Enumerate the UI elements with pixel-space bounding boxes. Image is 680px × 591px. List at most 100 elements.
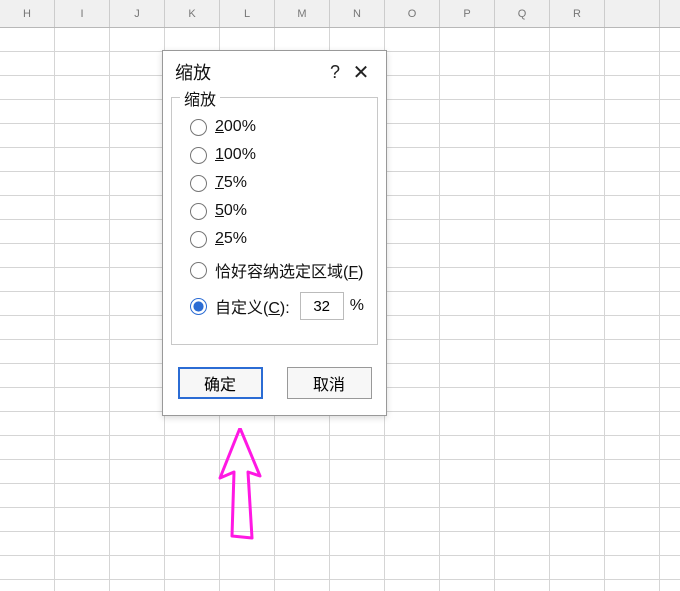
cell[interactable] bbox=[385, 508, 440, 532]
cell[interactable] bbox=[385, 244, 440, 268]
cell[interactable] bbox=[385, 172, 440, 196]
cell[interactable] bbox=[550, 172, 605, 196]
cell[interactable] bbox=[110, 412, 165, 436]
cell[interactable] bbox=[55, 100, 110, 124]
column-header[interactable]: Q bbox=[495, 0, 550, 27]
cell[interactable] bbox=[110, 52, 165, 76]
cell[interactable] bbox=[440, 172, 495, 196]
cell[interactable] bbox=[110, 532, 165, 556]
cell[interactable] bbox=[440, 52, 495, 76]
zoom-option-custom[interactable]: 自定义(C): % bbox=[190, 292, 367, 320]
cell[interactable] bbox=[495, 436, 550, 460]
zoom-option-75[interactable]: 75% bbox=[190, 174, 367, 192]
cell[interactable] bbox=[495, 100, 550, 124]
cell[interactable] bbox=[0, 484, 55, 508]
cell[interactable] bbox=[495, 220, 550, 244]
cell[interactable] bbox=[495, 532, 550, 556]
cell[interactable] bbox=[605, 52, 660, 76]
cell[interactable] bbox=[275, 508, 330, 532]
cell[interactable] bbox=[385, 292, 440, 316]
cell[interactable] bbox=[385, 124, 440, 148]
cell[interactable] bbox=[605, 100, 660, 124]
cell[interactable] bbox=[660, 100, 680, 124]
close-button[interactable]: ✕ bbox=[348, 60, 374, 85]
cell[interactable] bbox=[495, 364, 550, 388]
cell[interactable] bbox=[110, 580, 165, 591]
cell[interactable] bbox=[495, 244, 550, 268]
cell[interactable] bbox=[275, 460, 330, 484]
cell[interactable] bbox=[605, 124, 660, 148]
cell[interactable] bbox=[495, 388, 550, 412]
cell[interactable] bbox=[660, 340, 680, 364]
cell[interactable] bbox=[550, 460, 605, 484]
help-button[interactable]: ? bbox=[322, 62, 348, 83]
cell[interactable] bbox=[385, 556, 440, 580]
cell[interactable] bbox=[220, 436, 275, 460]
cell[interactable] bbox=[55, 532, 110, 556]
cell[interactable] bbox=[440, 76, 495, 100]
cell[interactable] bbox=[550, 124, 605, 148]
column-header[interactable]: O bbox=[385, 0, 440, 27]
cell[interactable] bbox=[605, 196, 660, 220]
column-header[interactable]: N bbox=[330, 0, 385, 27]
cell[interactable] bbox=[605, 340, 660, 364]
cell[interactable] bbox=[110, 364, 165, 388]
cell[interactable] bbox=[330, 580, 385, 591]
cell[interactable] bbox=[550, 52, 605, 76]
cell[interactable] bbox=[440, 268, 495, 292]
zoom-option-fit[interactable]: 恰好容纳选定区域(F) bbox=[190, 258, 367, 282]
cell[interactable] bbox=[605, 364, 660, 388]
cell[interactable] bbox=[550, 364, 605, 388]
cell[interactable] bbox=[0, 532, 55, 556]
cell[interactable] bbox=[495, 340, 550, 364]
cell[interactable] bbox=[55, 268, 110, 292]
cell[interactable] bbox=[605, 148, 660, 172]
cell[interactable] bbox=[495, 412, 550, 436]
cell[interactable] bbox=[110, 556, 165, 580]
cell[interactable] bbox=[0, 196, 55, 220]
cell[interactable] bbox=[275, 556, 330, 580]
cell[interactable] bbox=[165, 460, 220, 484]
cell[interactable] bbox=[220, 508, 275, 532]
cell[interactable] bbox=[440, 364, 495, 388]
cell[interactable] bbox=[385, 340, 440, 364]
cell[interactable] bbox=[605, 316, 660, 340]
cell[interactable] bbox=[550, 100, 605, 124]
cell[interactable] bbox=[110, 508, 165, 532]
zoom-option-50[interactable]: 50% bbox=[190, 202, 367, 220]
cell[interactable] bbox=[495, 292, 550, 316]
cell[interactable] bbox=[55, 124, 110, 148]
column-header[interactable]: K bbox=[165, 0, 220, 27]
cell[interactable] bbox=[385, 196, 440, 220]
cell[interactable] bbox=[0, 580, 55, 591]
cell[interactable] bbox=[0, 52, 55, 76]
cell[interactable] bbox=[55, 244, 110, 268]
radio-100[interactable] bbox=[190, 147, 207, 164]
cell[interactable] bbox=[660, 28, 680, 52]
cell[interactable] bbox=[605, 268, 660, 292]
cell[interactable] bbox=[440, 28, 495, 52]
cell[interactable] bbox=[330, 484, 385, 508]
cell[interactable] bbox=[55, 436, 110, 460]
cell[interactable] bbox=[110, 76, 165, 100]
cell[interactable] bbox=[550, 484, 605, 508]
cell[interactable] bbox=[660, 196, 680, 220]
cell[interactable] bbox=[330, 556, 385, 580]
cell[interactable] bbox=[385, 460, 440, 484]
cell[interactable] bbox=[330, 436, 385, 460]
cell[interactable] bbox=[55, 52, 110, 76]
cell[interactable] bbox=[605, 460, 660, 484]
cell[interactable] bbox=[660, 388, 680, 412]
cell[interactable] bbox=[495, 460, 550, 484]
cell[interactable] bbox=[110, 460, 165, 484]
cell[interactable] bbox=[275, 532, 330, 556]
cell[interactable] bbox=[0, 76, 55, 100]
cell[interactable] bbox=[660, 52, 680, 76]
cell[interactable] bbox=[55, 148, 110, 172]
cell[interactable] bbox=[0, 268, 55, 292]
cell[interactable] bbox=[660, 556, 680, 580]
cell[interactable] bbox=[275, 580, 330, 591]
cell[interactable] bbox=[660, 508, 680, 532]
cell[interactable] bbox=[0, 460, 55, 484]
cell[interactable] bbox=[550, 436, 605, 460]
